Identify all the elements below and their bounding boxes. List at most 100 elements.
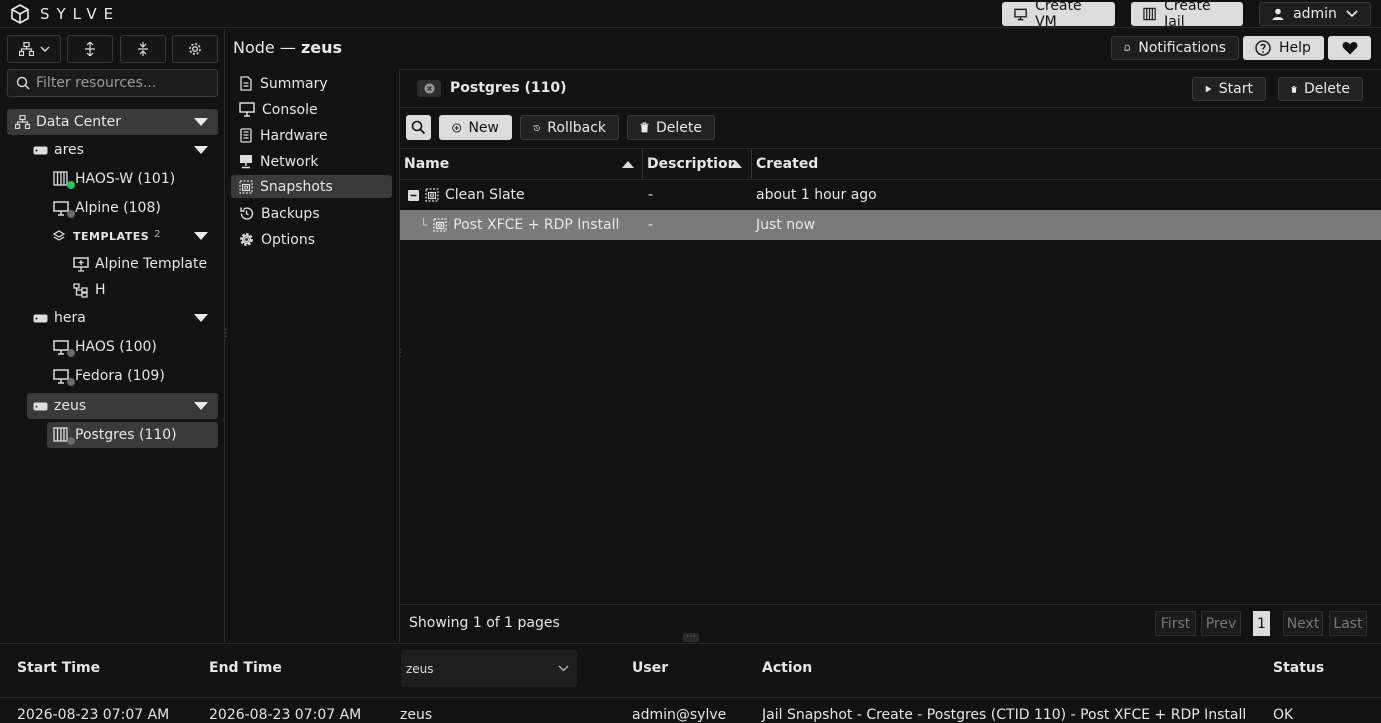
table-row[interactable]: Clean Slate - about 1 hour ago bbox=[400, 180, 1381, 210]
caret-down-icon[interactable] bbox=[194, 118, 208, 126]
nav-label: Console bbox=[262, 101, 318, 118]
jail-icon bbox=[1143, 7, 1156, 21]
node-filter-select[interactable]: zeus bbox=[401, 650, 577, 687]
help-label: Help bbox=[1279, 40, 1311, 56]
column-name[interactable]: Name bbox=[400, 149, 643, 179]
close-tab-button[interactable] bbox=[417, 80, 441, 97]
nav-console[interactable]: Console bbox=[231, 98, 392, 121]
status-stopped-icon bbox=[67, 437, 75, 445]
tree-item-label: Alpine Template bbox=[95, 256, 208, 272]
nav-snapshots[interactable]: Snapshots bbox=[231, 175, 392, 198]
column-created[interactable]: Created bbox=[752, 149, 1381, 179]
tree-vm-fedora[interactable]: Fedora (109) bbox=[53, 363, 218, 389]
expand-all-button[interactable] bbox=[67, 35, 113, 63]
help-circle-icon bbox=[1255, 40, 1271, 56]
search-button[interactable] bbox=[406, 115, 431, 140]
first-page-button[interactable]: First bbox=[1155, 611, 1196, 636]
tree-jail-postgres[interactable]: Postgres (110) bbox=[47, 422, 218, 448]
cube-icon bbox=[11, 4, 29, 24]
page-number-button[interactable]: 1 bbox=[1253, 611, 1270, 636]
network-icon bbox=[240, 155, 252, 169]
gear-icon bbox=[240, 233, 253, 246]
caret-down-icon[interactable] bbox=[194, 402, 208, 410]
next-page-button[interactable]: Next bbox=[1283, 611, 1323, 636]
heart-icon bbox=[1342, 42, 1357, 55]
collapse-toggle-icon[interactable] bbox=[408, 189, 419, 201]
tree-template-alpine[interactable]: Alpine Template bbox=[73, 251, 218, 277]
settings-button[interactable] bbox=[172, 35, 218, 63]
start-button[interactable]: Start bbox=[1192, 77, 1266, 101]
bottom-resize-handle[interactable]: ⋯ bbox=[683, 632, 699, 642]
tree-jail-haos-w[interactable]: HAOS-W (101) bbox=[53, 166, 218, 192]
history-icon bbox=[533, 124, 540, 131]
prev-page-button[interactable]: Prev bbox=[1201, 611, 1241, 636]
nav-backups[interactable]: Backups bbox=[231, 202, 392, 225]
snapshot-icon bbox=[239, 179, 253, 194]
column-start-time[interactable]: Start Time bbox=[17, 660, 100, 676]
caret-down-icon[interactable] bbox=[194, 232, 208, 240]
tree-node-zeus[interactable]: zeus bbox=[27, 393, 218, 419]
new-label: New bbox=[468, 119, 499, 136]
create-vm-label: Create VM bbox=[1035, 0, 1082, 30]
app-name: SYLVE bbox=[40, 5, 121, 23]
tree-branch-icon: └ bbox=[420, 218, 428, 232]
column-user[interactable]: User bbox=[632, 660, 668, 676]
notifications-button[interactable]: Notifications bbox=[1111, 36, 1239, 60]
tree-node-hera[interactable]: hera bbox=[27, 305, 218, 331]
chevron-down-icon bbox=[1346, 10, 1358, 18]
sitemap-icon bbox=[15, 115, 30, 129]
nav-label: Summary bbox=[260, 75, 328, 92]
filter-input[interactable] bbox=[36, 75, 216, 91]
history-icon bbox=[240, 207, 254, 220]
tree-vm-alpine[interactable]: Alpine (108) bbox=[53, 195, 218, 221]
last-page-button[interactable]: Last bbox=[1329, 611, 1367, 636]
tree-template-h[interactable]: H bbox=[73, 277, 218, 303]
table-row-selected[interactable]: └ Post XFCE + RDP Install - Just now bbox=[400, 210, 1381, 240]
audit-user: admin@sylve bbox=[632, 707, 727, 723]
column-label: Created bbox=[756, 156, 819, 172]
tree-templates[interactable]: TEMPLATES 2 bbox=[53, 223, 218, 249]
hardware-icon bbox=[240, 128, 252, 143]
user-menu-button[interactable]: admin bbox=[1259, 2, 1371, 26]
server-icon bbox=[33, 314, 48, 322]
tree-node-ares[interactable]: ares bbox=[27, 137, 218, 163]
bell-icon bbox=[1124, 44, 1131, 52]
caret-down-icon[interactable] bbox=[194, 314, 208, 322]
nav-options[interactable]: Options bbox=[231, 228, 392, 251]
help-button[interactable]: Help bbox=[1243, 36, 1324, 60]
nav-summary[interactable]: Summary bbox=[231, 72, 392, 95]
column-status[interactable]: Status bbox=[1273, 660, 1324, 676]
server-icon bbox=[33, 402, 48, 410]
rollback-button[interactable]: Rollback bbox=[520, 115, 619, 140]
column-action[interactable]: Action bbox=[762, 660, 812, 676]
status-stopped-icon bbox=[67, 349, 75, 357]
tree-item-label: H bbox=[95, 282, 106, 298]
tree-view-toggle[interactable] bbox=[7, 35, 61, 63]
donate-button[interactable] bbox=[1328, 36, 1371, 60]
new-snapshot-button[interactable]: New bbox=[439, 115, 512, 140]
column-description[interactable]: Description bbox=[643, 149, 752, 179]
user-name: admin bbox=[1293, 6, 1337, 22]
node-filter-value: zeus bbox=[406, 661, 434, 676]
collapse-all-button[interactable] bbox=[120, 35, 166, 63]
sort-asc-icon bbox=[730, 161, 742, 168]
tree-vm-haos[interactable]: HAOS (100) bbox=[53, 334, 218, 360]
divider bbox=[0, 697, 1381, 698]
column-end-time[interactable]: End Time bbox=[209, 660, 282, 676]
delete-snapshot-button[interactable]: Delete bbox=[627, 115, 715, 140]
status-running-icon bbox=[67, 181, 75, 189]
monitor-icon bbox=[239, 102, 255, 117]
tree-datacenter[interactable]: Data Center bbox=[7, 109, 218, 135]
nav-hardware[interactable]: Hardware bbox=[231, 124, 392, 147]
create-vm-button[interactable]: Create VM bbox=[1002, 0, 1115, 30]
rollback-label: Rollback bbox=[547, 119, 606, 136]
caret-down-icon[interactable] bbox=[194, 146, 208, 154]
create-jail-button[interactable]: Create Jail bbox=[1131, 0, 1243, 30]
user-icon bbox=[1272, 8, 1284, 20]
app-logo[interactable]: SYLVE bbox=[10, 4, 120, 24]
page-info: Showing 1 of 1 pages bbox=[409, 615, 560, 631]
delete-jail-button[interactable]: Delete bbox=[1278, 77, 1363, 101]
nav-network[interactable]: Network bbox=[231, 150, 392, 173]
node-label: zeus bbox=[54, 398, 87, 414]
filter-resources[interactable] bbox=[7, 69, 218, 97]
